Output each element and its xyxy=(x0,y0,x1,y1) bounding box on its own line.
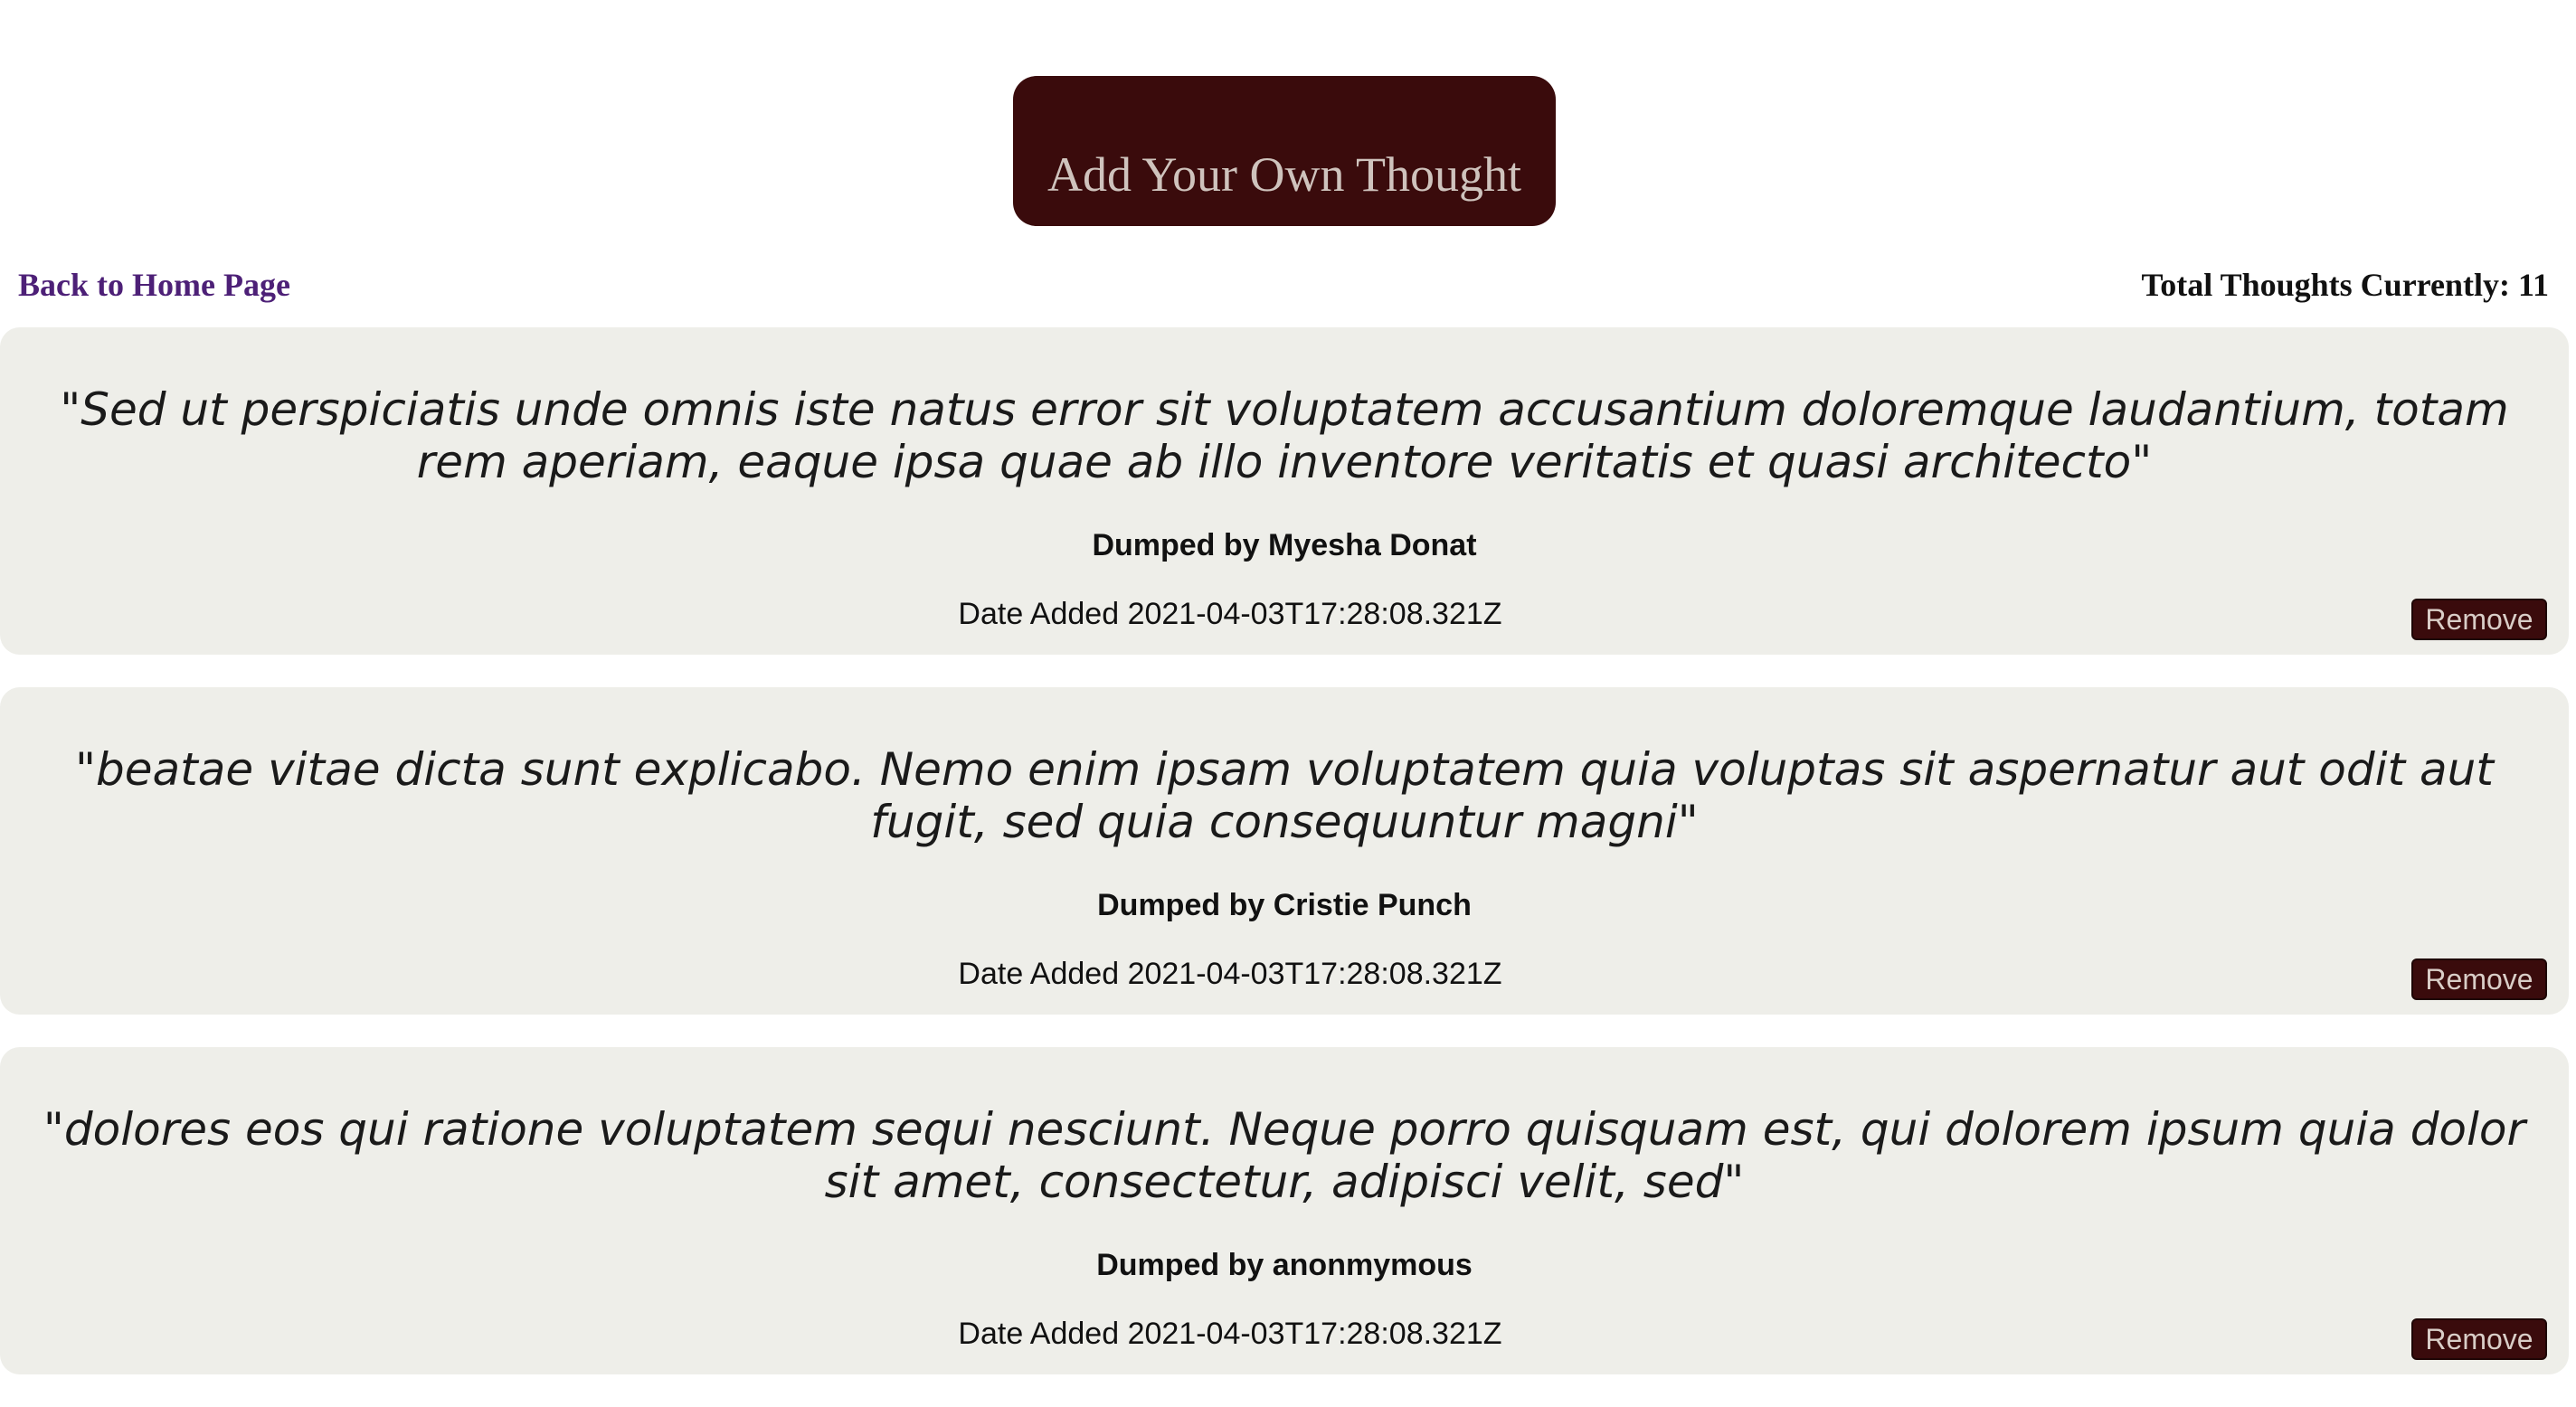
top-bar: Back to Home Page Total Thoughts Current… xyxy=(0,262,2576,316)
thought-quote: "Sed ut perspiciatis unde omnis iste nat… xyxy=(60,383,2509,488)
total-thoughts-count: Total Thoughts Currently: 11 xyxy=(2141,267,2549,303)
thought-date: Date Added 2021-04-03T17:28:08.321Z xyxy=(958,597,1502,631)
thought-date: Date Added 2021-04-03T17:28:08.321Z xyxy=(958,957,1502,991)
thought-card: "dolores eos qui ratione voluptatem sequ… xyxy=(0,1047,2569,1374)
thought-card: "Sed ut perspiciatis unde omnis iste nat… xyxy=(0,327,2569,655)
thought-date: Date Added 2021-04-03T17:28:08.321Z xyxy=(958,1317,1502,1351)
thought-author: Dumped by Cristie Punch xyxy=(1097,888,1472,922)
back-to-home-link[interactable]: Back to Home Page xyxy=(18,266,290,304)
thought-quote: "beatae vitae dicta sunt explicabo. Nemo… xyxy=(75,743,2494,848)
thought-list: "Sed ut perspiciatis unde omnis iste nat… xyxy=(0,327,2569,1407)
thought-author: Dumped by Myesha Donat xyxy=(1092,528,1477,562)
thought-card: "beatae vitae dicta sunt explicabo. Nemo… xyxy=(0,687,2569,1015)
remove-button[interactable]: Remove xyxy=(2411,1318,2547,1360)
remove-button[interactable]: Remove xyxy=(2411,599,2547,640)
thought-quote: "dolores eos qui ratione voluptatem sequ… xyxy=(43,1103,2526,1208)
thought-author: Dumped by anonmymous xyxy=(1096,1248,1473,1282)
remove-button[interactable]: Remove xyxy=(2411,958,2547,1000)
add-thought-button[interactable]: Add Your Own Thought xyxy=(1013,76,1556,226)
